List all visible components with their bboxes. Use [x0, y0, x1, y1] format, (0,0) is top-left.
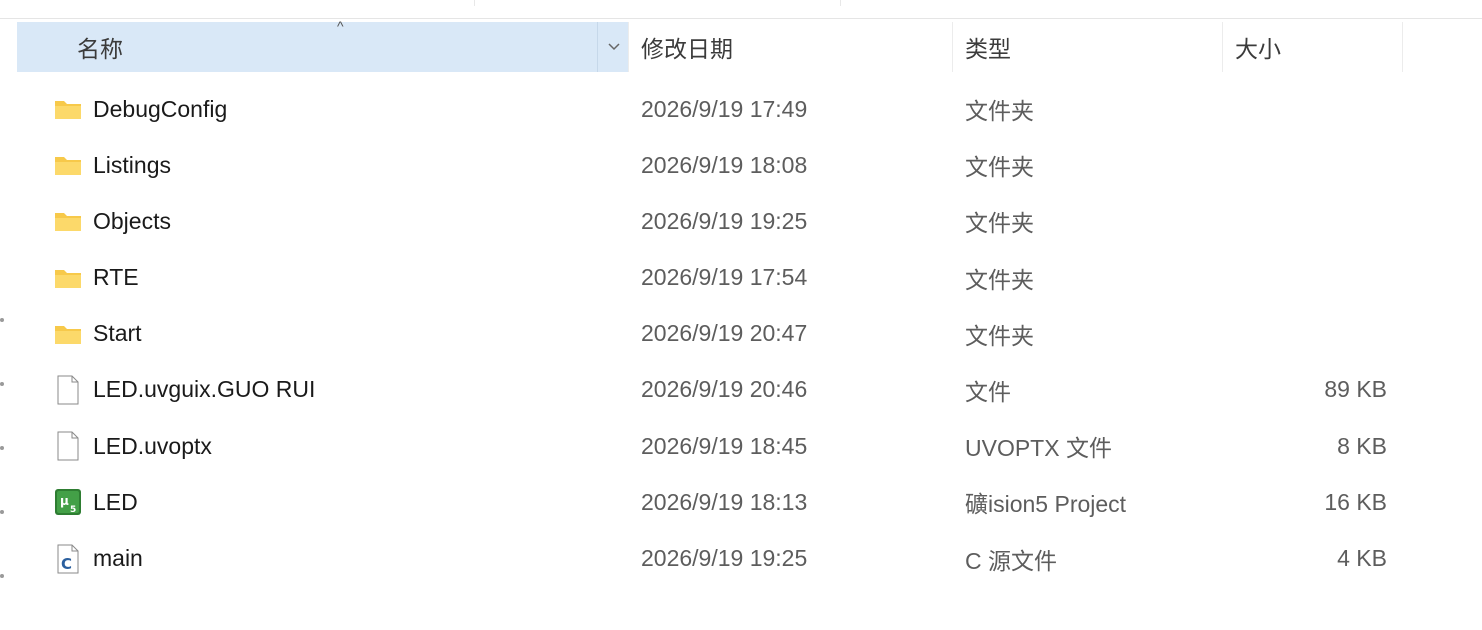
column-header-name[interactable]: 名称 ^ [17, 18, 629, 72]
folder-icon [53, 263, 83, 293]
column-header-date-label: 修改日期 [641, 36, 733, 62]
file-date: 2026/9/19 18:08 [641, 151, 808, 178]
folder-icon [53, 319, 83, 349]
file-size [1222, 81, 1387, 137]
file-row-main[interactable]: C main 2026/9/19 19:25 C 源文件 4 KB [17, 531, 1417, 587]
column-header-name-label: 名称 [77, 36, 123, 62]
file-name: Listings [93, 151, 171, 178]
file-name: LED.uvguix.GUO RUI [93, 376, 316, 403]
file-date: 2026/9/19 18:45 [641, 432, 808, 459]
file-type: 文件夹 [965, 322, 1034, 349]
file-date: 2026/9/19 19:25 [641, 207, 808, 234]
column-header-row: 名称 ^ 修改日期 类型 大小 [17, 18, 1417, 72]
navigation-pane-edge-dot [0, 318, 4, 322]
file-size [1222, 137, 1387, 193]
column-filter-dropdown-button[interactable] [597, 22, 629, 72]
file-row-listings[interactable]: Listings 2026/9/19 18:08 文件夹 [17, 137, 1417, 193]
file-row-debugconfig[interactable]: DebugConfig 2026/9/19 17:49 文件夹 [17, 81, 1417, 137]
file-date: 2026/9/19 20:47 [641, 320, 808, 347]
file-size: 89 KB [1324, 376, 1387, 403]
file-type: 文件夹 [965, 210, 1034, 237]
file-icon [53, 431, 83, 461]
file-name-cell: C main [53, 531, 143, 587]
folder-icon [53, 94, 83, 124]
file-size: 16 KB [1324, 488, 1387, 515]
column-header-size-label: 大小 [1235, 36, 1281, 62]
folder-icon [53, 206, 83, 236]
file-name: LED [93, 488, 138, 515]
chevron-down-icon [607, 43, 620, 51]
svg-text:C: C [61, 555, 72, 573]
file-name: DebugConfig [93, 95, 228, 122]
column-header-type-label: 类型 [965, 36, 1011, 62]
file-size [1222, 306, 1387, 362]
column-header-type[interactable]: 类型 [952, 22, 1222, 72]
file-date: 2026/9/19 17:54 [641, 264, 808, 291]
file-row-objects[interactable]: Objects 2026/9/19 19:25 文件夹 [17, 193, 1417, 249]
file-row-led-uvoptx[interactable]: LED.uvoptx 2026/9/19 18:45 UVOPTX 文件 8 K… [17, 418, 1417, 474]
file-name-cell: μ5 LED [53, 474, 138, 530]
file-date: 2026/9/19 18:13 [641, 488, 808, 515]
sort-ascending-icon: ^ [337, 18, 344, 34]
file-name-cell: RTE [53, 250, 139, 306]
svg-text:5: 5 [70, 505, 76, 515]
file-type: C 源文件 [965, 547, 1057, 574]
file-date: 2026/9/19 17:49 [641, 95, 808, 122]
file-row-rte[interactable]: RTE 2026/9/19 17:54 文件夹 [17, 250, 1417, 306]
column-header-size[interactable]: 大小 [1222, 22, 1402, 72]
uvision-project-icon: μ5 [53, 487, 83, 517]
toolbar-separator [474, 0, 475, 6]
file-row-led-uvguix[interactable]: LED.uvguix.GUO RUI 2026/9/19 20:46 文件 89… [17, 362, 1417, 418]
file-type: 文件夹 [965, 154, 1034, 181]
file-date: 2026/9/19 20:46 [641, 376, 808, 403]
svg-text:μ: μ [60, 494, 69, 508]
column-divider[interactable] [1402, 22, 1403, 72]
file-name: Objects [93, 207, 171, 234]
file-size [1222, 193, 1387, 249]
file-size: 8 KB [1337, 432, 1387, 459]
column-header-date[interactable]: 修改日期 [628, 22, 952, 72]
file-name-cell: Start [53, 306, 142, 362]
file-row-start[interactable]: Start 2026/9/19 20:47 文件夹 [17, 306, 1417, 362]
file-name: Start [93, 320, 142, 347]
file-name: RTE [93, 264, 139, 291]
file-icon [53, 375, 83, 405]
file-size: 4 KB [1337, 545, 1387, 571]
file-name-cell: Objects [53, 193, 171, 249]
file-name: LED.uvoptx [93, 432, 212, 459]
file-row-led-project[interactable]: μ5 LED 2026/9/19 18:13 礦ision5 Project 1… [17, 474, 1417, 530]
file-type: 文件 [965, 378, 1011, 405]
navigation-pane-edge-dot [0, 574, 4, 578]
file-list: DebugConfig 2026/9/19 17:49 文件夹 Listings… [17, 81, 1417, 587]
file-type: UVOPTX 文件 [965, 435, 1112, 462]
file-name: main [93, 545, 143, 571]
file-type: 文件夹 [965, 98, 1034, 124]
folder-icon [53, 150, 83, 180]
toolbar-separator [840, 0, 841, 6]
file-type: 文件夹 [965, 266, 1034, 293]
file-name-cell: Listings [53, 137, 171, 193]
c-source-icon: C [53, 544, 83, 574]
navigation-pane-edge-dot [0, 510, 4, 514]
file-explorer-window: 名称 ^ 修改日期 类型 大小 DebugConfig 2026/9/19 17… [0, 0, 1482, 630]
navigation-pane-edge-dot [0, 446, 4, 450]
file-name-cell: LED.uvguix.GUO RUI [53, 362, 315, 418]
file-type: 礦ision5 Project [965, 491, 1127, 518]
file-name-cell: LED.uvoptx [53, 418, 212, 474]
file-name-cell: DebugConfig [53, 81, 227, 137]
file-date: 2026/9/19 19:25 [641, 545, 808, 571]
navigation-pane-edge-dot [0, 382, 4, 386]
toolbar-strip [0, 0, 1482, 19]
file-size [1222, 250, 1387, 306]
